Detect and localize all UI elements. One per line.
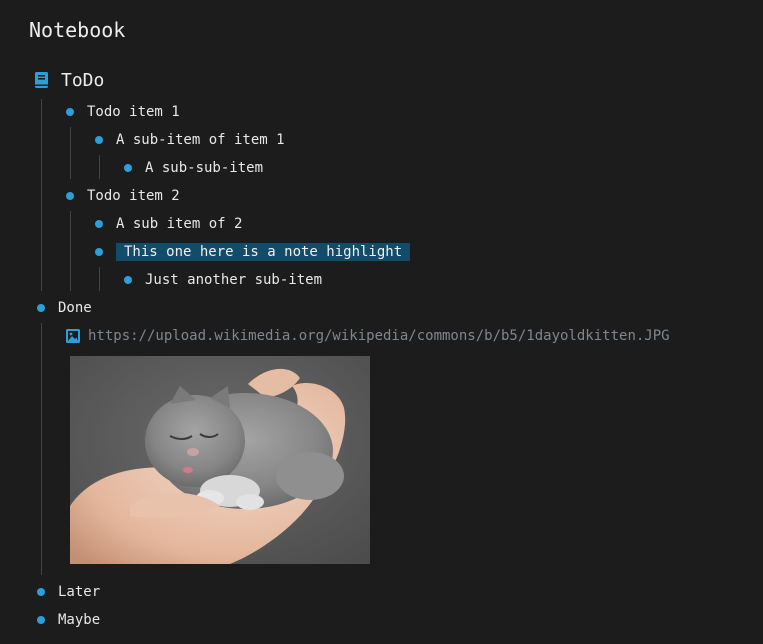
list-item[interactable]: Done <box>37 294 92 322</box>
list-item[interactable]: A sub-item of item 1 <box>95 126 285 154</box>
list-item[interactable]: Later <box>37 578 100 606</box>
list-item[interactable]: Just another sub-item <box>124 266 322 294</box>
indent-guide <box>99 155 100 179</box>
bullet-icon[interactable] <box>95 136 103 144</box>
bullet-icon[interactable] <box>124 164 132 172</box>
image-icon <box>66 329 80 343</box>
kitten-photo-illustration <box>70 356 370 564</box>
bullet-icon[interactable] <box>66 108 74 116</box>
list-item[interactable]: A sub item of 2 <box>95 210 242 238</box>
kitten-image <box>70 356 370 564</box>
image-link[interactable]: https://upload.wikimedia.org/wikipedia/c… <box>66 323 670 349</box>
indent-guide <box>70 127 71 179</box>
item-text[interactable]: Todo item 2 <box>87 188 180 204</box>
bullet-icon[interactable] <box>37 304 45 312</box>
indent-guide <box>41 99 42 291</box>
list-item[interactable]: Todo item 2 <box>66 182 180 210</box>
bullet-icon[interactable] <box>37 616 45 624</box>
indent-guide <box>70 211 71 291</box>
indent-guide <box>41 323 42 575</box>
list-item[interactable]: This one here is a note highlight <box>95 238 411 266</box>
bullet-icon[interactable] <box>95 220 103 228</box>
item-text[interactable]: Later <box>58 584 100 600</box>
indent-guide <box>99 267 100 291</box>
item-text[interactable]: Done <box>58 300 92 316</box>
list-item[interactable]: A sub-sub-item <box>124 154 263 182</box>
page-title: ToDo <box>61 69 105 91</box>
item-text[interactable]: A sub item of 2 <box>116 216 242 232</box>
bullet-icon[interactable] <box>95 248 103 256</box>
item-text[interactable]: Maybe <box>58 612 100 628</box>
item-text[interactable]: Todo item 1 <box>87 104 180 120</box>
image-url[interactable]: https://upload.wikimedia.org/wikipedia/c… <box>88 328 670 344</box>
book-icon <box>35 72 48 88</box>
list-item[interactable]: Todo item 1 <box>66 98 180 126</box>
bullet-icon[interactable] <box>37 588 45 596</box>
bullet-icon[interactable] <box>124 276 132 284</box>
notebook-title: Notebook <box>29 18 126 42</box>
item-text[interactable]: Just another sub-item <box>145 272 322 288</box>
list-item[interactable]: Maybe <box>37 606 100 634</box>
item-text[interactable]: A sub-item of item 1 <box>116 132 285 148</box>
page-heading[interactable]: ToDo <box>35 67 104 93</box>
item-text[interactable]: A sub-sub-item <box>145 160 263 176</box>
note-highlight[interactable]: This one here is a note highlight <box>116 243 411 261</box>
bullet-icon[interactable] <box>66 192 74 200</box>
